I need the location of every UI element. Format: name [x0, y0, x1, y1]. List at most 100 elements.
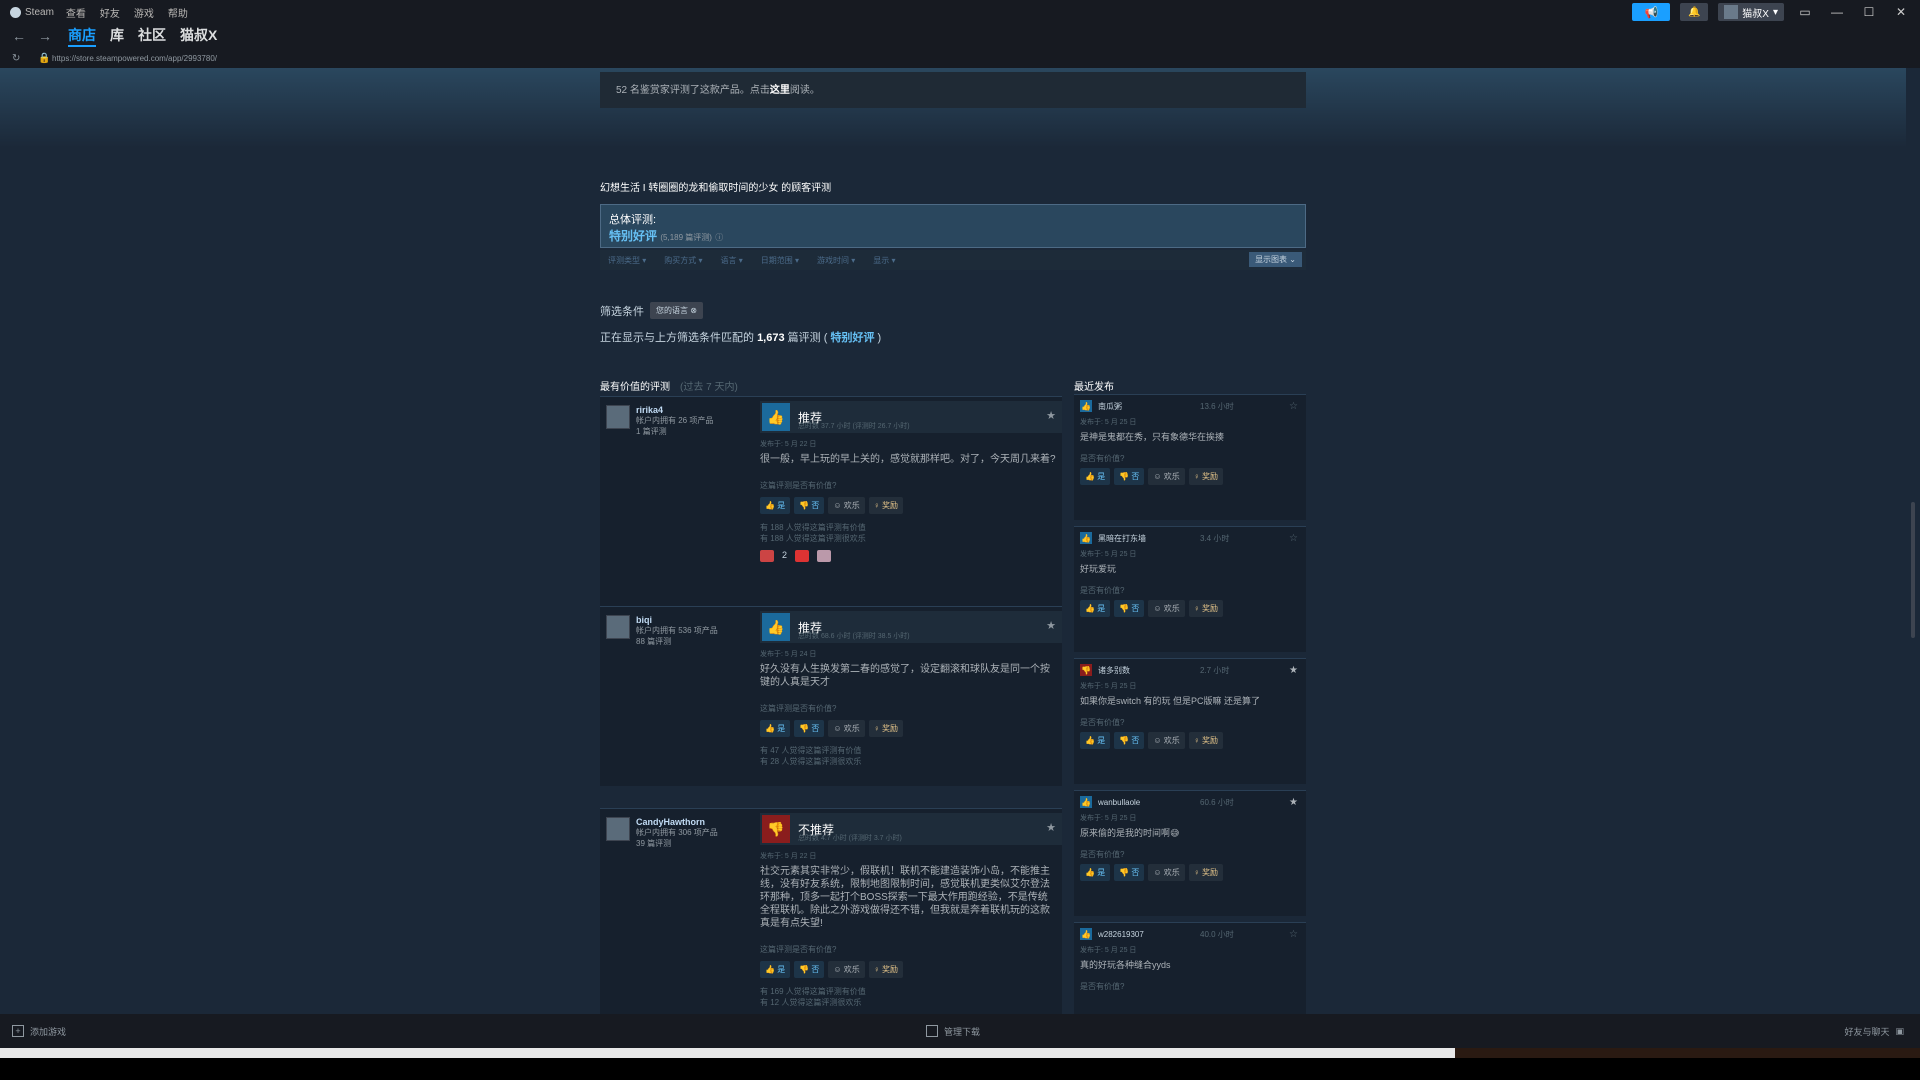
author-review-count[interactable]: 1 篇评测: [636, 427, 667, 436]
review-author[interactable]: biqi 帐户内拥有 536 项产品 88 篇评测: [606, 615, 756, 647]
vote-yes-button[interactable]: 👍 是: [1080, 732, 1111, 749]
tab-store[interactable]: 商店: [68, 25, 96, 47]
overall-count: (5,189 篇评测): [660, 233, 712, 242]
award-button[interactable]: ♀ 奖励: [1188, 468, 1223, 485]
star-icon[interactable]: ★: [1289, 797, 1298, 808]
award-button[interactable]: ♀ 奖励: [1188, 864, 1223, 881]
vote-no-button[interactable]: 👎 否: [1114, 864, 1145, 881]
star-icon[interactable]: ☆: [1289, 401, 1298, 412]
vote-yes-button[interactable]: 👍 是: [760, 720, 791, 737]
review-author[interactable]: CandyHawthorn 帐户内拥有 306 项产品 39 篇评测: [606, 817, 756, 849]
url-text[interactable]: https://store.steampowered.com/app/29937…: [52, 54, 217, 63]
award-icon[interactable]: [795, 550, 810, 562]
maximize-icon[interactable]: ☐: [1858, 5, 1880, 19]
filter-playtime[interactable]: 游戏时间 ▾: [817, 255, 855, 266]
account-menu[interactable]: 猫叔X ▾: [1718, 3, 1784, 21]
author-review-count[interactable]: 88 篇评测: [636, 637, 671, 646]
vote-funny-button[interactable]: ☺ 欢乐: [1148, 864, 1185, 881]
vote-no-button[interactable]: 👎 否: [1114, 600, 1145, 617]
star-icon[interactable]: ☆: [1289, 929, 1298, 940]
add-game-button[interactable]: + 添加游戏: [12, 1025, 66, 1038]
vote-funny-button[interactable]: ☺ 欢乐: [828, 720, 865, 737]
vote-no-button[interactable]: 👎 否: [794, 720, 825, 737]
recent-author[interactable]: 黑暗在打东墙: [1098, 533, 1146, 544]
vote-yes-button[interactable]: 👍 是: [1080, 468, 1111, 485]
help-icon[interactable]: ⓘ: [715, 233, 723, 242]
vote-yes-button[interactable]: 👍 是: [1080, 600, 1111, 617]
avatar: [1724, 5, 1739, 19]
filter-language[interactable]: 语言 ▾: [721, 255, 743, 266]
recent-author[interactable]: 诸多别数: [1098, 665, 1130, 676]
vote-yes-button[interactable]: 👍 是: [1080, 864, 1111, 881]
tab-profile[interactable]: 猫叔X: [180, 25, 217, 47]
scrollbar-thumb[interactable]: [1911, 502, 1915, 638]
star-icon[interactable]: ★: [1046, 619, 1056, 632]
show-chart-button[interactable]: 显示图表 ⌄: [1249, 252, 1302, 267]
star-icon[interactable]: ★: [1046, 409, 1056, 422]
remove-icon[interactable]: ⊗: [690, 306, 697, 315]
vote-funny-button[interactable]: ☺ 欢乐: [1148, 468, 1185, 485]
forward-arrow-icon[interactable]: →: [38, 28, 52, 44]
curator-link[interactable]: 这里: [770, 85, 790, 96]
vote-no-button[interactable]: 👎 否: [1114, 468, 1145, 485]
menu-help[interactable]: 帮助: [168, 5, 188, 20]
steam-menu[interactable]: Steam: [10, 6, 54, 18]
filter-review-type[interactable]: 评测类型 ▾: [608, 255, 646, 266]
vote-yes-button[interactable]: 👍 是: [760, 961, 791, 978]
friends-chat-button[interactable]: 好友与聊天 ▣: [1844, 1025, 1904, 1038]
helpful-question: 这篇评测是否有价值?: [760, 704, 837, 713]
menu-friends[interactable]: 好友: [100, 5, 120, 20]
vote-no-button[interactable]: 👎 否: [794, 497, 825, 514]
language-filter-chip[interactable]: 您的语言 ⊗: [650, 302, 703, 319]
award-icon[interactable]: [760, 550, 774, 562]
star-icon[interactable]: ★: [1289, 665, 1298, 676]
tab-library[interactable]: 库: [110, 25, 124, 47]
thumbs-up-icon: 👍: [762, 403, 790, 431]
reload-icon[interactable]: ↻: [12, 53, 26, 64]
overall-rating[interactable]: 特别好评: [609, 229, 657, 243]
curator-notice: 52 名鉴赏家评测了这款产品。点击这里阅读。: [600, 72, 1306, 108]
review-card: biqi 帐户内拥有 536 项产品 88 篇评测 👍 推荐 总时数 68.6 …: [600, 606, 1062, 786]
filter-purchase-type[interactable]: 购买方式 ▾: [664, 255, 702, 266]
plus-icon: +: [12, 1025, 24, 1037]
review-author[interactable]: ririka4 帐户内拥有 26 项产品 1 篇评测: [606, 405, 756, 437]
close-icon[interactable]: ✕: [1890, 5, 1912, 19]
vote-yes-button[interactable]: 👍 是: [760, 497, 791, 514]
avatar[interactable]: [606, 817, 630, 841]
recent-date: 发布于: 5 月 25 日: [1080, 947, 1137, 954]
filter-date-range[interactable]: 日期范围 ▾: [761, 255, 799, 266]
author-review-count[interactable]: 39 篇评测: [636, 839, 671, 848]
back-arrow-icon[interactable]: ←: [12, 28, 26, 44]
award-button[interactable]: ♀ 奖励: [1188, 732, 1223, 749]
notifications-button[interactable]: 🔔: [1680, 3, 1709, 21]
award-button[interactable]: ♀ 奖励: [868, 961, 903, 978]
star-icon[interactable]: ☆: [1289, 533, 1298, 544]
star-icon[interactable]: ★: [1046, 821, 1056, 834]
avatar[interactable]: [606, 405, 630, 429]
big-picture-icon[interactable]: ▭: [1794, 5, 1816, 19]
tab-community[interactable]: 社区: [138, 25, 166, 47]
vote-funny-button[interactable]: ☺ 欢乐: [828, 497, 865, 514]
vote-no-button[interactable]: 👎 否: [794, 961, 825, 978]
vote-funny-button[interactable]: ☺ 欢乐: [1148, 732, 1185, 749]
filter-display[interactable]: 显示 ▾: [873, 255, 895, 266]
recent-author[interactable]: w282619307: [1098, 930, 1144, 939]
award-button[interactable]: ♀ 奖励: [868, 720, 903, 737]
vote-funny-button[interactable]: ☺ 欢乐: [828, 961, 865, 978]
manage-downloads-button[interactable]: 管理下载: [926, 1025, 980, 1038]
award-icon[interactable]: [817, 550, 832, 562]
menu-view[interactable]: 查看: [66, 5, 86, 20]
vote-no-button[interactable]: 👎 否: [1114, 732, 1145, 749]
vote-funny-button[interactable]: ☺ 欢乐: [1148, 600, 1185, 617]
minimize-icon[interactable]: —: [1826, 5, 1848, 19]
page-scrollbar[interactable]: [1906, 68, 1920, 1014]
recent-author[interactable]: wanbullaole: [1098, 798, 1140, 807]
menu-games[interactable]: 游戏: [134, 5, 154, 20]
avatar[interactable]: [606, 615, 630, 639]
bell-icon: 🔔: [1688, 6, 1701, 18]
recent-text: 好玩爱玩: [1080, 564, 1117, 574]
award-button[interactable]: ♀ 奖励: [868, 497, 903, 514]
announcements-button[interactable]: 📢: [1632, 3, 1671, 21]
award-button[interactable]: ♀ 奖励: [1188, 600, 1223, 617]
recent-author[interactable]: 南瓜粥: [1098, 401, 1122, 412]
